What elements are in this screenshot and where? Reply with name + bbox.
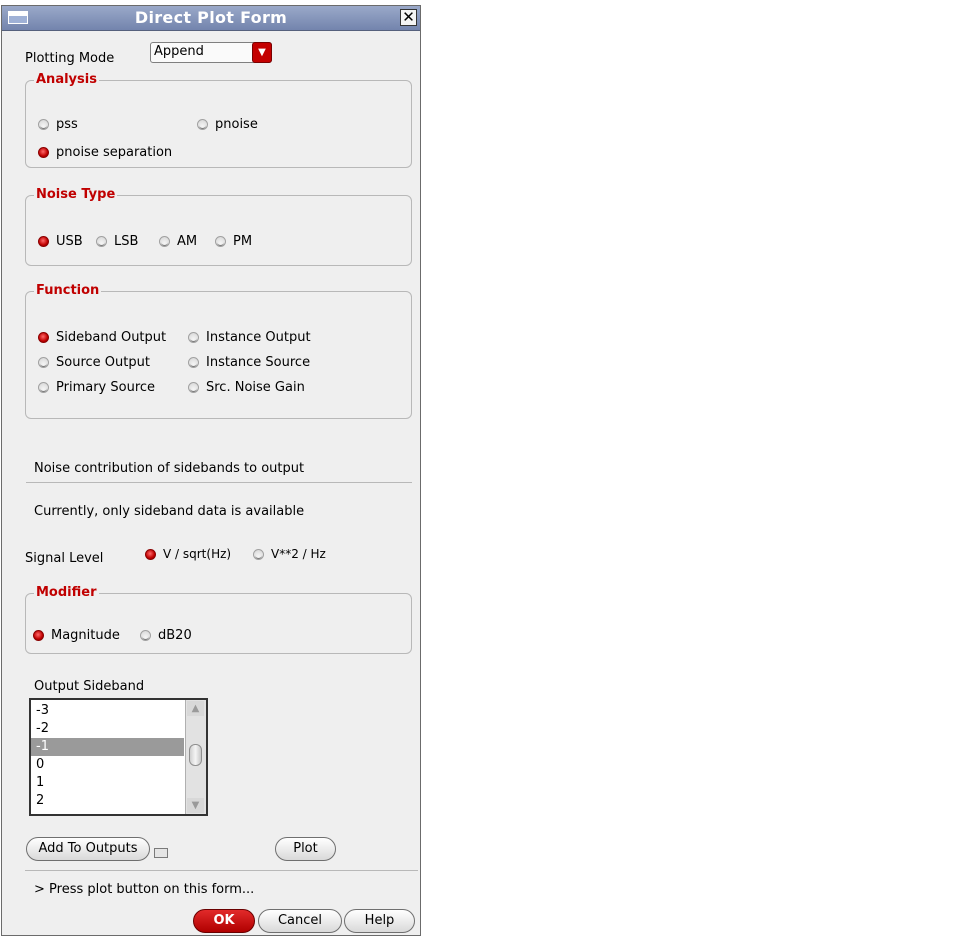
plotting-mode-dropdown[interactable]: Append ▼ <box>150 42 272 63</box>
radio-sideband-output[interactable]: Sideband Output <box>38 330 166 345</box>
radio-instance-source[interactable]: Instance Source <box>188 355 310 370</box>
radio-pm[interactable]: PM <box>215 234 252 249</box>
radio-icon <box>188 382 199 393</box>
radio-icon <box>38 382 49 393</box>
radio-pnoise[interactable]: pnoise <box>197 117 258 132</box>
function-legend: Function <box>34 283 102 298</box>
signal-level-label: Signal Level <box>25 551 104 566</box>
list-item-selected[interactable]: -1 <box>31 738 184 756</box>
scrollbar[interactable]: ▲ ▼ <box>185 700 206 814</box>
radio-usb[interactable]: USB <box>38 234 83 249</box>
chevron-down-icon[interactable]: ▼ <box>252 42 272 63</box>
radio-icon <box>140 630 151 641</box>
radio-label: Instance Source <box>206 355 311 370</box>
radio-label: Src. Noise Gain <box>206 380 305 395</box>
radio-label: Sideband Output <box>56 330 167 345</box>
title-bar[interactable]: Direct Plot Form ✕ <box>2 6 420 31</box>
radio-label: Magnitude <box>51 628 120 643</box>
radio-selected-icon <box>38 236 49 247</box>
plot-button[interactable]: Plot <box>275 837 336 861</box>
radio-label: V / sqrt(Hz) <box>163 547 232 561</box>
radio-lsb[interactable]: LSB <box>96 234 138 249</box>
radio-label: pss <box>56 117 78 132</box>
radio-selected-icon <box>33 630 44 641</box>
outputs-indicator <box>154 848 168 858</box>
availability-note: Currently, only sideband data is availab… <box>34 504 305 519</box>
radio-am[interactable]: AM <box>159 234 197 249</box>
radio-icon <box>215 236 226 247</box>
list-item[interactable]: 2 <box>31 792 184 810</box>
radio-v-sqrt-hz[interactable]: V / sqrt(Hz) <box>145 547 231 561</box>
radio-magnitude[interactable]: Magnitude <box>33 628 120 643</box>
noise-type-legend: Noise Type <box>34 187 118 202</box>
divider <box>25 870 418 871</box>
radio-icon <box>96 236 107 247</box>
radio-icon <box>253 548 264 560</box>
status-message: > Press plot button on this form... <box>34 882 255 897</box>
radio-icon <box>159 236 170 247</box>
radio-label: Instance Output <box>206 330 311 345</box>
description-text: Noise contribution of sidebands to outpu… <box>34 461 305 476</box>
divider <box>26 482 412 483</box>
radio-db20[interactable]: dB20 <box>140 628 192 643</box>
list-item[interactable]: -2 <box>31 720 184 738</box>
radio-primary-source[interactable]: Primary Source <box>38 380 155 395</box>
scroll-down-icon[interactable]: ▼ <box>187 798 204 813</box>
radio-pnoise-separation[interactable]: pnoise separation <box>38 145 172 160</box>
radio-icon <box>38 357 49 368</box>
list-item[interactable]: -3 <box>31 702 184 720</box>
radio-selected-icon <box>145 548 156 560</box>
help-button[interactable]: Help <box>344 909 415 933</box>
radio-label: pnoise <box>215 117 258 132</box>
cancel-button[interactable]: Cancel <box>258 909 342 933</box>
radio-label: PM <box>233 234 253 249</box>
noise-type-group: Noise Type USB LSB AM PM <box>25 188 412 266</box>
radio-label: Primary Source <box>56 380 156 395</box>
function-group: Function Sideband Output Instance Output… <box>25 284 412 419</box>
radio-label: pnoise separation <box>56 145 173 160</box>
output-sideband-label: Output Sideband <box>34 679 145 694</box>
modifier-legend: Modifier <box>34 585 99 600</box>
radio-icon <box>197 119 208 130</box>
radio-source-output[interactable]: Source Output <box>38 355 150 370</box>
radio-icon <box>38 119 49 130</box>
radio-label: V**2 / Hz <box>271 547 326 561</box>
radio-selected-icon <box>38 147 49 158</box>
direct-plot-form-window: Direct Plot Form ✕ Plotting Mode Append … <box>1 5 421 936</box>
close-icon[interactable]: ✕ <box>400 9 417 26</box>
ok-button[interactable]: OK <box>193 909 255 933</box>
output-sideband-listbox[interactable]: -3 -2 -1 0 1 2 ▲ ▼ <box>29 698 208 816</box>
radio-label: USB <box>56 234 83 249</box>
list-item[interactable]: 1 <box>31 774 184 792</box>
radio-selected-icon <box>38 332 49 343</box>
modifier-group: Modifier Magnitude dB20 <box>25 586 412 654</box>
scroll-up-icon[interactable]: ▲ <box>187 701 204 716</box>
plotting-mode-label: Plotting Mode <box>25 51 115 66</box>
radio-instance-output[interactable]: Instance Output <box>188 330 311 345</box>
add-to-outputs-button[interactable]: Add To Outputs <box>26 837 150 861</box>
list-item[interactable]: 0 <box>31 756 184 774</box>
scroll-thumb[interactable] <box>189 744 202 766</box>
plotting-mode-value: Append <box>154 44 204 59</box>
radio-label: dB20 <box>158 628 192 643</box>
analysis-legend: Analysis <box>34 72 99 87</box>
radio-src-noise-gain[interactable]: Src. Noise Gain <box>188 380 305 395</box>
radio-icon <box>188 332 199 343</box>
analysis-group: Analysis pss pnoise pnoise separation <box>25 73 412 168</box>
radio-icon <box>188 357 199 368</box>
window-title: Direct Plot Form <box>134 8 288 27</box>
radio-label: Source Output <box>56 355 150 370</box>
radio-label: AM <box>177 234 198 249</box>
radio-label: LSB <box>114 234 139 249</box>
radio-v2-hz[interactable]: V**2 / Hz <box>253 547 326 561</box>
radio-pss[interactable]: pss <box>38 117 78 132</box>
